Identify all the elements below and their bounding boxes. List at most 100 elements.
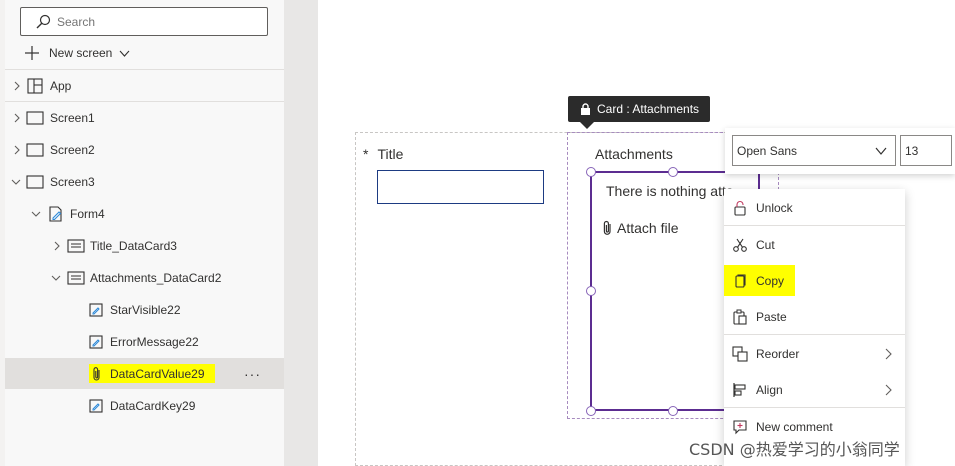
tree-item-label: Attachments_DataCard2 — [90, 270, 222, 285]
tree-item-app[interactable]: App — [5, 70, 284, 101]
menu-separator — [724, 334, 905, 335]
menu-item-label: Paste — [756, 310, 787, 324]
tree-item-label: Form4 — [70, 206, 105, 221]
menu-item-label: Reorder — [756, 347, 800, 361]
tree-item-screen1[interactable]: Screen1 — [5, 102, 284, 133]
menu-item-label: Unlock — [756, 201, 793, 215]
card-icon — [67, 270, 85, 285]
menu-item-unlock[interactable]: Unlock — [724, 191, 905, 225]
chevron-down-icon — [875, 147, 887, 155]
menu-item-label: New comment — [756, 420, 833, 434]
title-card-label: * Title — [363, 146, 403, 162]
font-family-value: Open Sans — [737, 143, 798, 158]
label-icon — [89, 334, 103, 349]
chevron-down-icon[interactable] — [11, 177, 21, 187]
copy-icon — [735, 274, 746, 288]
resize-handle[interactable] — [586, 406, 596, 416]
tree-item-title-datacard3[interactable]: Title_DataCard3 — [5, 230, 284, 261]
screen-icon — [26, 110, 44, 125]
tree-view-panel: New screen App Screen1 Screen2 Screen3 — [5, 0, 284, 466]
search-icon — [36, 14, 51, 29]
chevron-down-icon[interactable] — [31, 209, 41, 219]
chevron-right-icon[interactable] — [52, 241, 62, 251]
screen-icon — [26, 142, 44, 157]
chevron-right-icon[interactable] — [12, 145, 22, 155]
chevron-right-icon[interactable] — [12, 113, 22, 123]
new-screen-label: New screen — [49, 46, 113, 60]
align-icon — [733, 383, 746, 397]
menu-item-copy[interactable]: Copy — [724, 264, 905, 298]
tree-item-label: Title_DataCard3 — [90, 238, 177, 253]
tree-item-label: ErrorMessage22 — [110, 334, 199, 349]
tree-item-label: Screen3 — [50, 174, 95, 189]
new-screen-button[interactable]: New screen — [24, 43, 130, 63]
tree-item-screen3[interactable]: Screen3 — [5, 166, 284, 197]
attach-file-button[interactable]: Attach file — [602, 220, 678, 236]
resize-handle[interactable] — [668, 406, 678, 416]
label-icon — [89, 398, 103, 413]
tree-item-label: StarVisible22 — [110, 302, 181, 317]
chevron-right-icon — [885, 384, 892, 396]
font-family-dropdown[interactable]: Open Sans — [732, 135, 896, 166]
empty-attachments-text: There is nothing atta — [606, 183, 734, 199]
card-tooltip: Card : Attachments — [568, 96, 710, 129]
menu-item-label: Align — [756, 383, 783, 397]
font-size-value: 13 — [905, 143, 919, 158]
lock-icon — [581, 103, 590, 115]
menu-item-reorder[interactable]: Reorder — [724, 337, 905, 371]
tree-item-label: App — [50, 78, 72, 93]
tree-item-label: DataCardValue29 — [110, 366, 205, 381]
tree-item-starvisible22[interactable]: StarVisible22 — [5, 294, 284, 325]
font-toolbar: Open Sans 13 — [725, 128, 955, 174]
tree-item-screen2[interactable]: Screen2 — [5, 134, 284, 165]
chevron-down-icon[interactable] — [51, 273, 61, 283]
tree-item-attachments-datacard2[interactable]: Attachments_DataCard2 — [5, 262, 284, 293]
attachments-label: Attachments — [595, 146, 673, 162]
menu-separator — [724, 225, 905, 226]
paperclip-icon — [603, 220, 611, 235]
lock-open-icon — [734, 201, 746, 216]
screen-icon — [26, 174, 44, 189]
chevron-right-icon — [885, 348, 892, 360]
tree-item-form4[interactable]: Form4 — [5, 198, 284, 229]
tooltip-text: Card : Attachments — [597, 102, 700, 116]
watermark: CSDN @热爱学习的小翁同学 — [689, 440, 900, 459]
menu-item-paste[interactable]: Paste — [724, 300, 905, 334]
reorder-icon — [732, 346, 748, 362]
menu-item-cut[interactable]: Cut — [724, 228, 905, 262]
tree-item-datacardvalue29[interactable]: DataCardValue29 ··· — [5, 358, 284, 389]
context-menu: Unlock Cut Copy Paste Reorder Align New … — [724, 189, 905, 466]
chevron-down-icon — [119, 50, 130, 57]
menu-item-label: Copy — [756, 274, 785, 288]
search-input[interactable] — [57, 13, 257, 31]
comment-icon — [733, 420, 747, 435]
panel-gutter — [284, 0, 318, 466]
font-size-input[interactable]: 13 — [900, 135, 952, 166]
more-options-button[interactable]: ··· — [244, 366, 261, 382]
app-icon — [27, 77, 43, 94]
title-input[interactable] — [377, 170, 544, 204]
menu-item-align[interactable]: Align — [724, 373, 905, 407]
resize-handle[interactable] — [668, 167, 678, 177]
plus-icon — [25, 46, 39, 60]
scissors-icon — [733, 238, 747, 252]
menu-item-label: Cut — [756, 238, 775, 252]
chevron-right-icon[interactable] — [12, 81, 22, 91]
attach-file-label: Attach file — [617, 220, 679, 236]
tree-item-label: Screen2 — [50, 142, 95, 157]
selection-guide — [778, 172, 779, 190]
required-asterisk: * — [363, 146, 369, 162]
paste-icon — [733, 309, 747, 325]
resize-handle[interactable] — [586, 286, 596, 296]
paperclip-icon — [93, 366, 100, 381]
form-icon — [49, 205, 62, 222]
label-icon — [89, 302, 103, 317]
tree-item-errormessage22[interactable]: ErrorMessage22 — [5, 326, 284, 357]
title-label: Title — [377, 146, 404, 162]
tree-item-datacardkey29[interactable]: DataCardKey29 — [5, 390, 284, 421]
tree-item-label: Screen1 — [50, 110, 95, 125]
search-box[interactable] — [20, 7, 268, 36]
card-icon — [67, 238, 85, 253]
resize-handle[interactable] — [586, 167, 596, 177]
menu-separator — [724, 407, 905, 408]
